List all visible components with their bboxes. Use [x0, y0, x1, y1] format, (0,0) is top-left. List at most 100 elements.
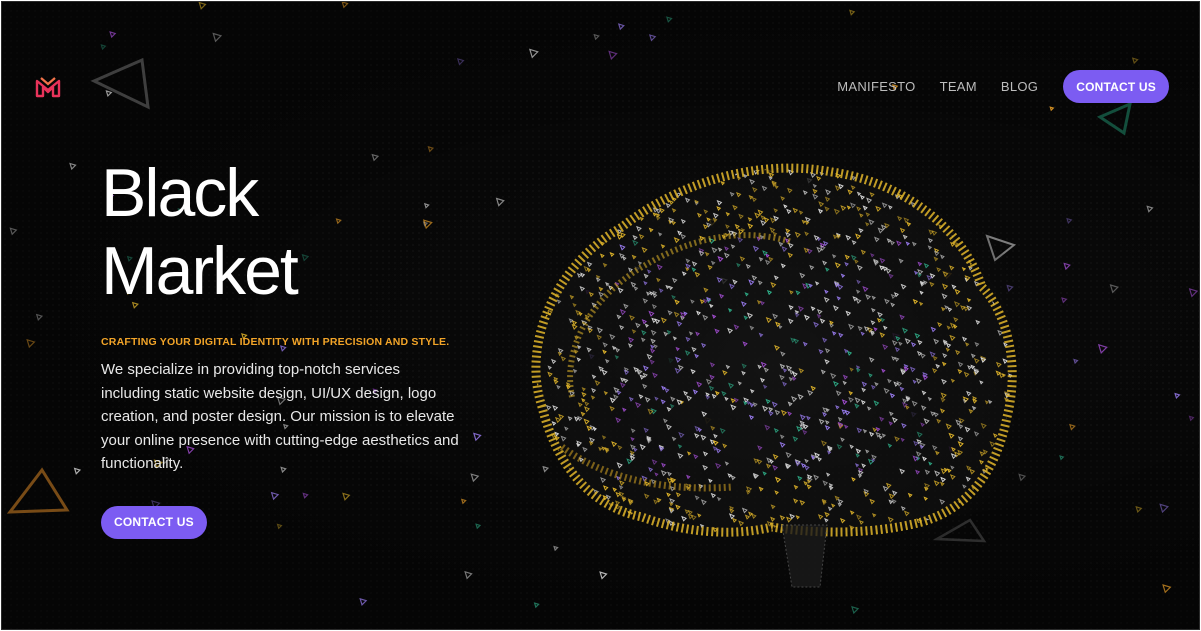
brain-particle-icon	[577, 192, 584, 199]
particle-triangle-icon	[1063, 262, 1071, 271]
brain-particle-icon	[576, 540, 580, 544]
brain-particle-icon	[981, 182, 988, 188]
particle-triangle-icon	[851, 605, 860, 615]
brain-particle-icon	[990, 494, 997, 501]
particle-triangle-icon	[9, 227, 18, 236]
brain-particle-icon	[573, 207, 579, 213]
particle-triangle-icon	[1069, 423, 1076, 431]
large-triangle-icon	[6, 467, 70, 514]
brain-particle-icon	[1000, 489, 1006, 496]
brain-particle-icon	[1001, 228, 1008, 235]
nav-contact-button[interactable]: CONTACT US	[1063, 70, 1169, 103]
brain-particle-icon	[641, 168, 647, 169]
brain-particle-icon	[564, 537, 567, 540]
brain-particle-icon	[982, 218, 988, 224]
brain-particle-icon	[964, 540, 967, 543]
brain-particle-icon	[618, 178, 626, 185]
brain-particle-icon	[563, 162, 567, 166]
brain-particle-icon	[1009, 193, 1013, 200]
brain-particle-icon	[540, 224, 547, 231]
brain-particle-icon	[543, 227, 549, 233]
brain-particle-icon	[981, 170, 988, 177]
brain-particle-icon	[1010, 244, 1013, 250]
brain-particle-icon	[580, 185, 586, 191]
particle-triangle-icon	[464, 570, 473, 580]
brain-particle-icon	[1007, 476, 1013, 482]
brain-particle-icon	[1003, 174, 1010, 181]
hero-title-line2: Market	[101, 233, 299, 309]
brain-particle-icon	[927, 180, 932, 186]
brain-particle-icon	[997, 168, 1004, 174]
site-header: MANIFESTO TEAM BLOG CONTACT US	[2, 2, 1199, 122]
particle-brain-illustration	[502, 147, 1042, 588]
hero-contact-button[interactable]: CONTACT US	[101, 505, 207, 539]
brain-particle-icon	[559, 168, 566, 171]
brain-particle-icon	[544, 537, 548, 541]
brain-particle-icon	[966, 526, 972, 531]
brain-particle-icon	[535, 224, 541, 231]
brain-particle-icon	[550, 208, 557, 215]
brain-particle-icon	[590, 168, 596, 172]
brain-particle-icon	[997, 170, 1003, 176]
bm-monogram-logo[interactable]	[35, 75, 61, 99]
particle-triangle-icon	[1066, 217, 1073, 225]
hero-title-line1: Black	[101, 155, 259, 231]
brain-particle-icon	[957, 530, 962, 533]
brain-particle-icon	[548, 189, 555, 196]
brain-particle-icon	[1006, 495, 1012, 501]
brain-particle-icon	[990, 187, 996, 194]
brain-particle-icon	[1005, 519, 1011, 525]
brain-particle-icon	[992, 523, 998, 530]
particle-triangle-icon	[69, 162, 77, 171]
nav-link-manifesto[interactable]: MANIFESTO	[837, 79, 915, 94]
brain-particle-icon	[1008, 510, 1013, 517]
brain-particle-icon	[535, 185, 538, 191]
particle-triangle-icon	[1135, 505, 1143, 514]
nav-link-team[interactable]: TEAM	[940, 79, 977, 94]
brain-particle-icon	[1001, 238, 1007, 245]
brain-particle-icon	[571, 183, 578, 190]
particle-triangle-icon	[1146, 205, 1154, 213]
brain-particle-icon	[565, 168, 571, 173]
particle-triangle-icon	[1188, 415, 1195, 422]
page-frame: MANIFESTO TEAM BLOG CONTACT US Black Mar…	[1, 1, 1200, 630]
hero-title: Black Market	[101, 154, 481, 310]
brain-particle-icon	[1001, 168, 1007, 169]
brain-particle-icon	[1010, 168, 1013, 172]
brain-particle-icon	[911, 168, 917, 173]
brain-particle-icon	[554, 193, 560, 199]
brain-particle-icon	[609, 179, 616, 186]
brain-particle-icon	[970, 205, 977, 212]
brain-particle-icon	[1005, 162, 1009, 166]
particle-triangle-icon	[73, 467, 82, 475]
brain-particle-icon	[985, 525, 992, 532]
brain-particle-icon	[1003, 250, 1010, 257]
brain-particle-icon	[567, 187, 573, 193]
brain-particle-icon	[973, 525, 978, 531]
brain-particle-icon	[546, 172, 551, 178]
particle-triangle-icon	[1159, 503, 1169, 514]
main-nav: MANIFESTO TEAM BLOG CONTACT US	[837, 70, 1169, 103]
brain-particle-icon	[973, 516, 979, 522]
brain-particle-icon	[571, 168, 577, 170]
brain-particle-icon	[575, 521, 581, 526]
brain-particle-icon	[965, 179, 970, 185]
brain-particle-icon	[1006, 481, 1012, 486]
particle-triangle-icon	[1174, 392, 1181, 400]
brain-particle-icon	[549, 234, 555, 239]
brain-particle-icon	[992, 512, 999, 519]
brain-particle-icon	[978, 173, 985, 181]
brain-particle-icon	[549, 174, 555, 180]
brain-particle-icon	[551, 506, 556, 512]
brain-particle-icon	[551, 194, 557, 201]
brain-particle-icon	[541, 499, 547, 505]
brain-particle-icon	[976, 515, 982, 521]
brain-particle-icon	[924, 168, 931, 174]
particle-triangle-icon	[35, 313, 44, 321]
brain-particle-icon	[581, 529, 587, 533]
brain-particle-icon	[933, 172, 940, 178]
particle-triangle-icon	[26, 338, 36, 349]
brain-particle-icon	[993, 200, 1000, 208]
nav-link-blog[interactable]: BLOG	[1001, 79, 1038, 94]
brain-particle-icon	[557, 193, 564, 200]
